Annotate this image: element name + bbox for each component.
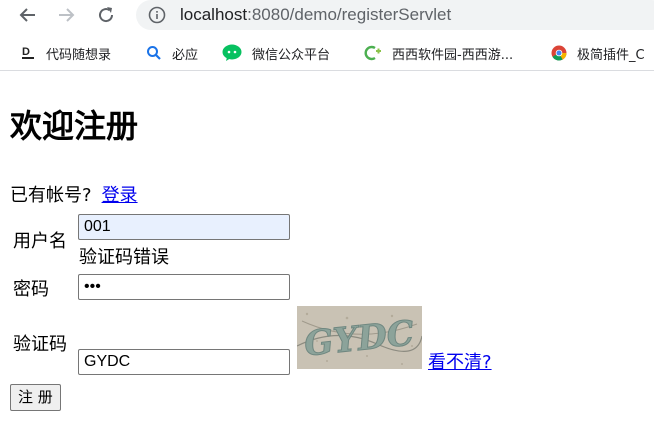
reload-icon [99, 7, 114, 23]
bookmark-item[interactable]: 微信公众平台 [222, 42, 330, 64]
chrome-icon [551, 45, 567, 61]
bookmark-item[interactable]: D 代码随想录 [20, 42, 111, 64]
captcha-label: 验证码 [13, 334, 67, 355]
bookmark-item[interactable]: 西西软件园-西西游... [364, 42, 513, 64]
page-title: 欢迎注册 [10, 107, 139, 145]
bookmark-label: 微信公众平台 [252, 47, 331, 63]
bookmarks-bar: D 代码随想录 必应 微信公众平台 西西软件园-西西游... 极简插件_C [0, 36, 654, 71]
url-text: localhost:8080/demo/registerServlet [180, 5, 451, 25]
login-link[interactable]: 登录 [102, 185, 138, 206]
svg-text:D: D [22, 46, 30, 58]
password-field[interactable]: ••• [78, 274, 290, 300]
forward-arrow-icon [59, 8, 75, 22]
username-label: 用户名 [13, 231, 67, 252]
address-bar[interactable]: localhost:8080/demo/registerServlet [136, 0, 654, 30]
site-info-icon[interactable] [148, 6, 166, 24]
bookmark-label: 必应 [172, 47, 199, 63]
register-button[interactable]: 注 册 [10, 384, 61, 411]
back-arrow-icon [19, 8, 35, 22]
url-path: :8080/demo/registerServlet [247, 5, 452, 24]
bookmark-item[interactable]: 极简插件_C [551, 42, 645, 64]
bookmark-label: 极简插件_C [577, 47, 645, 63]
bookmark-label: 西西软件园-西西游... [392, 47, 514, 63]
username-field[interactable]: 001 [78, 214, 290, 240]
bing-search-icon [146, 45, 162, 61]
forward-button[interactable] [52, 2, 80, 28]
password-label: 密码 [13, 279, 49, 300]
reload-button[interactable] [92, 2, 120, 28]
cr173-icon [364, 45, 382, 61]
code-book-icon: D [20, 45, 36, 61]
wechat-icon [222, 44, 242, 61]
url-host: localhost [180, 5, 248, 24]
back-button[interactable] [14, 2, 42, 28]
browser-toolbar: localhost:8080/demo/registerServlet [0, 0, 654, 30]
login-prompt: 已有帐号? [10, 185, 92, 206]
bookmark-item[interactable]: 必应 [146, 42, 198, 64]
captcha-image[interactable]: GYDC [297, 306, 422, 369]
login-prompt-line: 已有帐号? 登录 [10, 183, 138, 209]
bookmark-label: 代码随想录 [46, 47, 112, 63]
register-page: 欢迎注册 已有帐号? 登录 用户名 001 验证码错误 密码 ••• 验证码 GY… [0, 71, 654, 444]
error-message: 验证码错误 [79, 247, 169, 268]
refresh-captcha-link[interactable]: 看不清? [428, 351, 492, 375]
captcha-field[interactable]: GYDC [78, 349, 290, 375]
